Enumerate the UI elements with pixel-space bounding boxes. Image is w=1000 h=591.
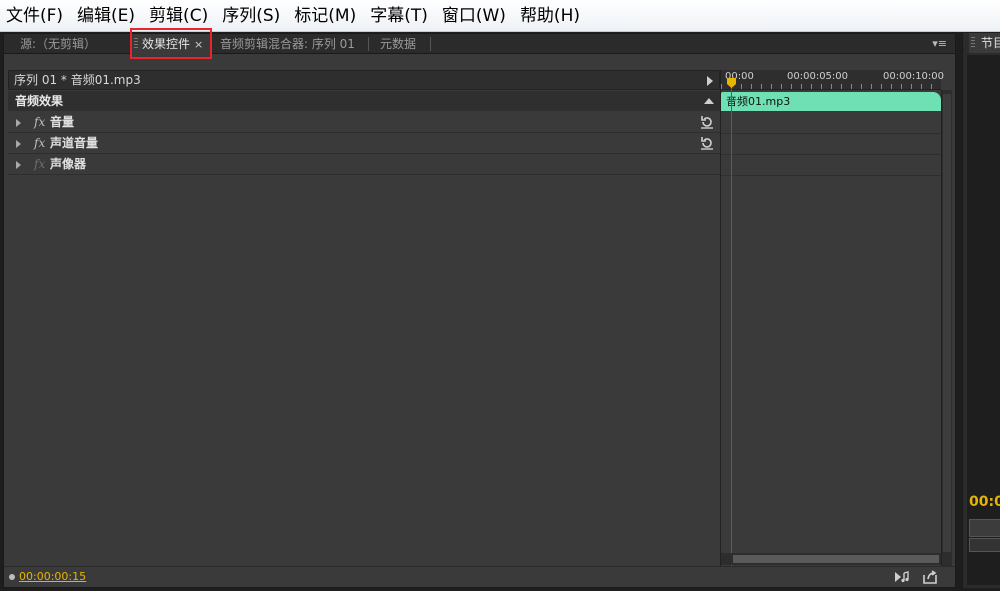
ruler-ticks	[721, 84, 941, 89]
sequence-clip-label: 序列 01 * 音频01.mp3	[14, 73, 141, 87]
scroll-thumb[interactable]	[733, 555, 939, 563]
timeline-row-line	[721, 154, 941, 155]
menu-window[interactable]: 窗口(W)	[442, 0, 506, 32]
clip-label: 音频01.mp3	[726, 95, 791, 108]
status-bar: 00:00:00:15	[4, 566, 955, 587]
tab-grip-icon[interactable]	[971, 37, 975, 49]
fx-icon[interactable]: fx	[34, 154, 45, 175]
effect-controls-panel: 源:（无剪辑） 效果控件 × 音频剪辑混合器: 序列 01 元数据 ▾≡ 序列 0…	[3, 28, 956, 588]
program-monitor-panel: 节目 00:00	[962, 33, 1000, 588]
effect-row-panner[interactable]: fx 声像器	[8, 154, 720, 175]
menu-title[interactable]: 字幕(T)	[370, 0, 428, 32]
timeline-row-line	[721, 175, 941, 176]
vertical-scrollbar[interactable]	[941, 90, 952, 566]
audio-effects-header[interactable]: 音频效果	[8, 91, 720, 111]
current-timecode[interactable]: 00:00:00:15	[19, 570, 86, 583]
fx-icon[interactable]: fx	[34, 112, 45, 133]
playhead-line	[731, 88, 732, 566]
section-title: 音频效果	[15, 94, 64, 108]
menu-clip[interactable]: 剪辑(C)	[149, 0, 208, 32]
collapse-icon[interactable]	[704, 98, 714, 104]
expand-triangle-icon[interactable]	[16, 161, 21, 169]
menu-marker[interactable]: 标记(M)	[294, 0, 356, 32]
scroll-thumb[interactable]	[943, 94, 951, 552]
play-triangle-icon[interactable]	[707, 76, 713, 86]
timeline-divider[interactable]	[720, 70, 721, 566]
audio-clip[interactable]: 音频01.mp3	[721, 92, 941, 111]
time-ruler[interactable]: 00:00 00:00:05:00 00:00:10:00	[721, 70, 945, 90]
menu-sequence[interactable]: 序列(S)	[222, 0, 280, 32]
expand-triangle-icon[interactable]	[16, 140, 21, 148]
menu-help[interactable]: 帮助(H)	[520, 0, 580, 32]
export-icon[interactable]	[922, 570, 938, 584]
tab-metadata-label: 元数据	[380, 37, 417, 51]
tab-metadata[interactable]: 元数据	[370, 34, 430, 54]
highlight-annotation	[130, 28, 212, 59]
reset-icon[interactable]	[700, 115, 714, 129]
panel-menu-icon[interactable]: ▾≡	[932, 37, 947, 50]
effect-label: 声道音量	[50, 136, 99, 150]
program-zoom-bar[interactable]	[969, 538, 1000, 552]
timeline-row-line	[721, 133, 941, 134]
horizontal-scrollbar[interactable]	[721, 553, 941, 565]
effect-label: 音量	[50, 115, 75, 129]
effect-label: 声像器	[50, 157, 87, 171]
reset-icon[interactable]	[700, 136, 714, 150]
menu-file[interactable]: 文件(F)	[6, 0, 63, 32]
marker-icon	[9, 574, 15, 580]
tab-source[interactable]: 源:（无剪辑）	[10, 34, 132, 54]
ruler-label: 00:00:05:00	[787, 71, 849, 82]
effect-row-volume[interactable]: fx 音量	[8, 112, 720, 133]
program-timecode[interactable]: 00:00	[969, 494, 1000, 510]
sequence-clip-header: 序列 01 * 音频01.mp3	[8, 70, 720, 90]
tab-program-label: 节目	[981, 36, 1000, 50]
program-scrubber[interactable]	[969, 519, 1000, 537]
tab-program[interactable]: 节目	[969, 33, 1000, 53]
tab-separator	[368, 37, 369, 51]
tab-audio-clip-mixer[interactable]: 音频剪辑混合器: 序列 01	[210, 34, 368, 54]
effect-row-channel-volume[interactable]: fx 声道音量	[8, 133, 720, 154]
fx-icon[interactable]: fx	[34, 133, 45, 154]
tab-separator	[430, 37, 431, 51]
ruler-label: 00:00:10:00	[883, 71, 945, 82]
tab-source-label: 源:（无剪辑）	[20, 37, 97, 51]
menu-edit[interactable]: 编辑(E)	[77, 0, 135, 32]
play-audio-icon[interactable]	[894, 570, 910, 584]
expand-triangle-icon[interactable]	[16, 119, 21, 127]
tab-audio-clip-mixer-label: 音频剪辑混合器: 序列 01	[220, 37, 355, 51]
